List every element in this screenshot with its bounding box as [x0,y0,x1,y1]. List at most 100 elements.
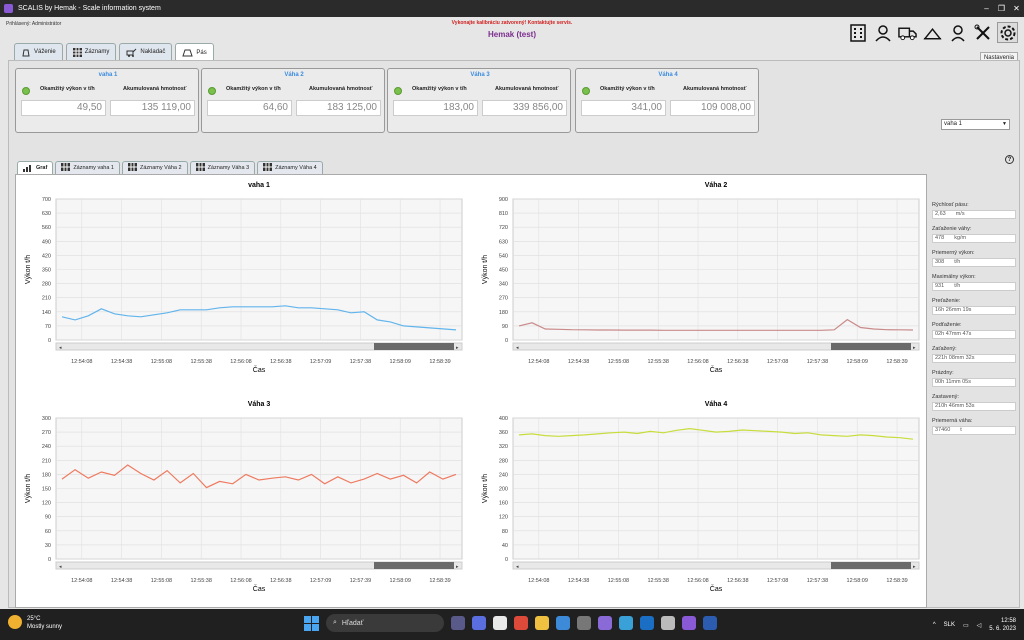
truck-icon[interactable] [897,22,918,43]
language-indicator[interactable]: SLK [944,622,955,628]
volume-icon[interactable]: ◁ [977,622,982,629]
tab-records-scale-3[interactable]: Záznamy Váha 3 [189,161,256,174]
y-tick-label: 160 [499,501,508,507]
window-title: SCALIS by Hemak - Scale information syst… [18,5,161,12]
search-icon: ⌕ [333,619,337,626]
x-tick-label: 12:56:38 [727,359,748,365]
notepad-icon[interactable] [661,616,675,630]
tray-overflow-icon[interactable]: ^ [933,622,936,628]
teams-icon[interactable] [472,616,486,630]
scalis-icon[interactable] [682,616,696,630]
y-tick-label: 210 [42,296,51,302]
belt-pane: vaha 1 Okamžitý výkon v t/h Akumulovaná hm… [8,60,1020,608]
minimize-button[interactable]: – [979,0,994,17]
tools-icon[interactable] [972,22,993,43]
tab-belt[interactable]: Pás [175,43,214,61]
clock[interactable]: 12:58 5. 6. 2023 [989,617,1016,633]
chrome-icon[interactable] [514,616,528,630]
gear-icon[interactable] [997,22,1018,43]
user-icon[interactable] [947,22,968,43]
bar-chart-icon [23,165,31,172]
tab-label: Záznamy vaha 1 [73,165,114,171]
edge-icon[interactable] [493,616,507,630]
stat-label: Podťaženie: [932,322,962,328]
weather-widget[interactable]: 25°C Mostly sunny [8,615,62,631]
x-axis-label: Čas [710,365,723,374]
scale-select[interactable]: vaha 1 ▼ [941,119,1010,130]
x-tick-label: 12:55:38 [648,578,669,584]
sun-icon [8,615,22,629]
search-box[interactable]: ⌕ Hľadať [326,614,444,632]
grid-icon [263,163,273,173]
person-icon[interactable] [872,22,893,43]
remote-icon[interactable] [619,616,633,630]
chart-scrollbar[interactable]: ◂ ▸ [512,342,920,351]
y-tick-label: 360 [499,430,508,436]
scale-icon[interactable] [922,22,943,43]
outlook-icon[interactable] [640,616,654,630]
stat-value-field: 210h 46mm 53s [932,402,1016,411]
chevron-down-icon: ▼ [1002,121,1007,127]
tab-label: Nakladač [140,49,166,55]
y-tick-label: 540 [499,253,508,259]
word-icon[interactable] [703,616,717,630]
stat-7: Zaťažený: 221h 08mm 32s [932,346,1016,363]
chart-scale-1: vaha 1 0 70 140 210 280 350 420 490 560 630 700 12:5… [16,175,470,390]
y-tick-label: 300 [42,416,51,422]
scale-box-1: vaha 1 Okamžitý výkon v t/h Akumulovaná hm… [15,68,199,133]
stat-value-field: 00h 11mm 05s [932,378,1016,387]
chart-scale-2: Váha 2 0 90 180 270 340 450 540 630 720 810 900 12:5… [473,175,927,390]
tab-records-scale-1[interactable]: Záznamy vaha 1 [55,161,120,174]
y-tick-label: 0 [505,557,508,563]
tab-graph[interactable]: Graf [17,161,54,174]
y-tick-label: 240 [499,472,508,478]
scale-box-4: Váha 4 Okamžitý výkon v t/h Akumulovaná hm… [575,68,759,133]
app-icon-generic[interactable] [598,616,612,630]
explorer-icon[interactable] [535,616,549,630]
main-tabs: Váženie Záznamy Nakladač Pás [14,43,214,61]
y-axis-label: Výkon t/h [482,474,489,503]
x-tick-label: 12:54:08 [528,359,549,365]
chart-scrollbar[interactable]: ◂ ▸ [512,561,920,570]
tab-records[interactable]: Záznamy [65,43,117,60]
title-bar: SCALIS by Hemak - Scale information syst… [0,0,1024,17]
calculator-icon[interactable] [577,616,591,630]
tab-records-scale-4[interactable]: Záznamy Váha 4 [257,161,323,174]
start-icon[interactable] [304,615,319,631]
y-tick-label: 200 [499,487,508,493]
maximize-button[interactable]: ❐ [994,0,1009,17]
network-icon[interactable]: ▭ [963,622,969,629]
x-tick-label: 12:55:08 [608,578,629,584]
stat-label: Zaťažený: [932,346,957,352]
building-icon[interactable] [847,22,868,43]
stat-1: Rýchlosť pásu: 2,63 m/s [932,202,1016,219]
mail-icon[interactable] [556,616,570,630]
tab-label: Záznamy Váha 4 [275,165,317,171]
scale-name: Váha 3 [470,72,490,78]
x-tick-label: 12:54:38 [568,578,589,584]
chart-scrollbar[interactable]: ◂ ▸ [55,342,463,351]
tab-label: Záznamy [84,49,110,55]
y-tick-label: 270 [499,296,508,302]
status-led-icon [582,87,590,95]
y-axis-label: Výkon t/h [25,255,32,284]
tab-records-scale-2[interactable]: Záznamy Váha 2 [121,161,188,174]
x-tick-label: 12:55:38 [191,578,212,584]
tab-weighing[interactable]: Váženie [14,43,63,60]
help-icon[interactable]: ? [1005,155,1014,164]
stat-label: Priemerný výkon: [932,250,975,256]
x-tick-label: 12:57:39 [350,578,371,584]
x-tick-label: 12:56:38 [270,578,291,584]
stat-value-field: 931 t/h [932,282,1016,291]
stat-value: 210h 46mm 53s [935,403,975,409]
taskview-icon[interactable] [451,616,465,630]
stat-label: Prázdny: [932,370,954,376]
chart-scrollbar[interactable]: ◂ ▸ [55,561,463,570]
scale-box-3: Váha 3 Okamžitý výkon v t/h Akumulovaná hm… [387,68,571,133]
stat-label: Zastavený: [932,394,959,400]
close-button[interactable]: ✕ [1009,0,1024,17]
y-tick-label: 340 [499,282,508,288]
chart-title: vaha 1 [248,182,270,189]
stat-value-field: 02h 47mm 47s [932,330,1016,339]
tab-loader[interactable]: Nakladač [119,43,173,60]
